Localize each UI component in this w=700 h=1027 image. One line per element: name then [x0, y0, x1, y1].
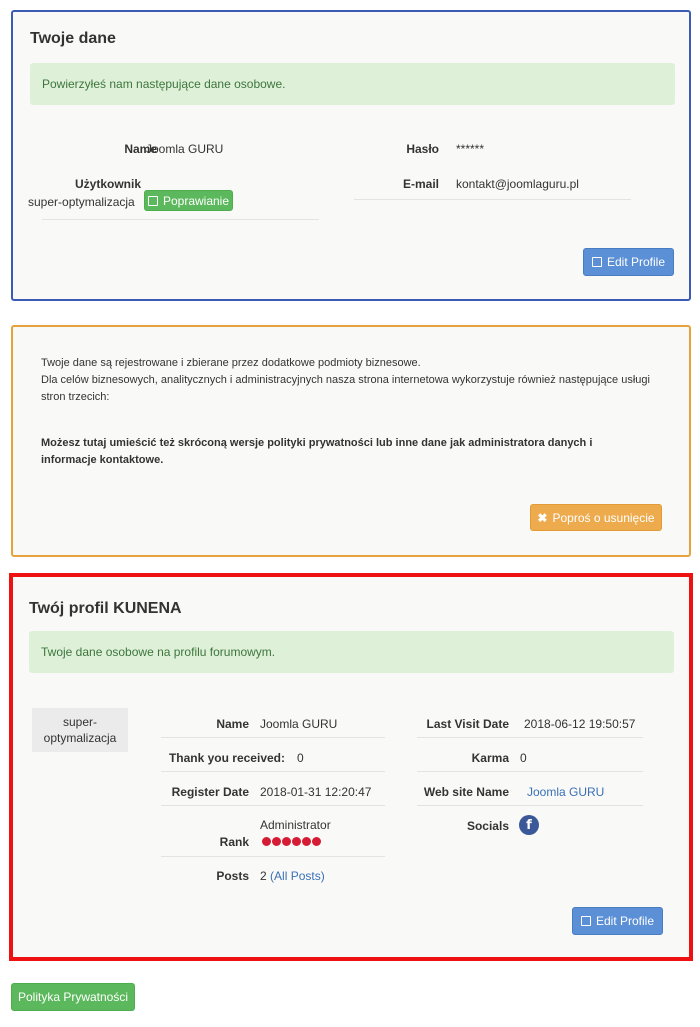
fix-button-label: Poprawianie [162, 193, 230, 208]
divider [42, 219, 319, 220]
rank-star-icon [282, 837, 291, 846]
personal-data-panel: Twoje dane Powierzyłeś nam następujące d… [11, 10, 691, 301]
personal-data-alert: Powierzyłeś nam następujące dane osobowe… [30, 63, 675, 105]
rank-star-icon [302, 837, 311, 846]
socials-label: Socials [466, 819, 509, 833]
kunena-edit-profile-label: Edit Profile [595, 914, 655, 928]
karma-label: Karma [471, 751, 509, 765]
edit-icon [591, 257, 602, 267]
karma-value: 0 [520, 751, 527, 765]
posts-value-wrap: 2 (All Posts) [260, 869, 325, 883]
divider [161, 856, 385, 857]
thanks-value: 0 [297, 751, 304, 765]
divider [417, 805, 643, 806]
rank-star-icon [292, 837, 301, 846]
register-date-label: Register Date [171, 785, 249, 799]
edit-profile-label: Edit Profile [606, 255, 666, 269]
fix-button[interactable]: Poprawianie [144, 190, 233, 211]
policy-bold-text: Możesz tutaj umieścić też skróconą wersj… [41, 437, 593, 466]
avatar: super-optymalizacja [32, 708, 128, 752]
kunena-title: Twój profil KUNENA [29, 600, 182, 617]
kunena-name-label: Name [216, 717, 249, 731]
divider [161, 737, 385, 738]
kunena-edit-profile-button[interactable]: Edit Profile [572, 907, 663, 935]
user-label: Użytkownik [74, 177, 141, 191]
posts-label: Posts [216, 869, 249, 883]
edit-profile-button[interactable]: Edit Profile [583, 248, 674, 276]
privacy-policy-button[interactable]: Polityka Prywatności [11, 983, 135, 1011]
all-posts-link[interactable]: (All Posts) [270, 869, 325, 883]
last-visit-value: 2018-06-12 19:50:57 [524, 717, 636, 731]
edit-icon [147, 195, 158, 206]
website-label: Web site Name [423, 785, 509, 799]
divider [417, 771, 643, 772]
email-label: E-mail [402, 177, 439, 191]
divider [354, 199, 631, 200]
rank-star-icon [312, 837, 321, 846]
kunena-profile-panel: Twój profil KUNENA Twoje dane osobowe na… [9, 573, 693, 961]
privacy-info-panel: Twoje dane są rejestrowane i zbierane pr… [11, 325, 691, 557]
divider [161, 771, 385, 772]
privacy-policy-label: Polityka Prywatności [17, 990, 129, 1004]
facebook-icon[interactable]: f [519, 815, 539, 835]
close-icon: ✖ [537, 510, 548, 525]
rank-label: Rank [219, 835, 249, 849]
policy-line-2: Dla celów biznesowych, analitycznych i a… [41, 374, 650, 403]
request-deletion-button[interactable]: ✖ Poproś o usunięcie [530, 504, 662, 531]
email-value: kontakt@joomlaguru.pl [456, 177, 579, 191]
policy-line-1: Twoje dane są rejestrowane i zbierane pr… [41, 357, 421, 369]
request-deletion-label: Poproś o usunięcie [552, 510, 655, 525]
name-value: Joomla GURU [146, 142, 224, 156]
user-value: super-optymalizacja [28, 195, 135, 209]
rank-star-icon [272, 837, 281, 846]
kunena-name-value: Joomla GURU [260, 717, 338, 731]
website-link[interactable]: Joomla GURU [527, 785, 604, 799]
kunena-alert: Twoje dane osobowe na profilu forumowym. [29, 631, 674, 673]
password-value: ****** [456, 142, 485, 156]
personal-data-title: Twoje dane [30, 30, 116, 47]
rank-value: Administrator [260, 818, 331, 832]
password-label: Hasło [406, 142, 439, 156]
rank-star-icon [262, 837, 271, 846]
register-date-value: 2018-01-31 12:20:47 [260, 785, 372, 799]
posts-value: 2 [260, 869, 267, 883]
last-visit-label: Last Visit Date [426, 717, 509, 731]
divider [161, 805, 385, 806]
rank-stars [262, 837, 321, 846]
thanks-label: Thank you received: [168, 751, 285, 765]
edit-icon [580, 916, 591, 926]
divider [417, 737, 643, 738]
